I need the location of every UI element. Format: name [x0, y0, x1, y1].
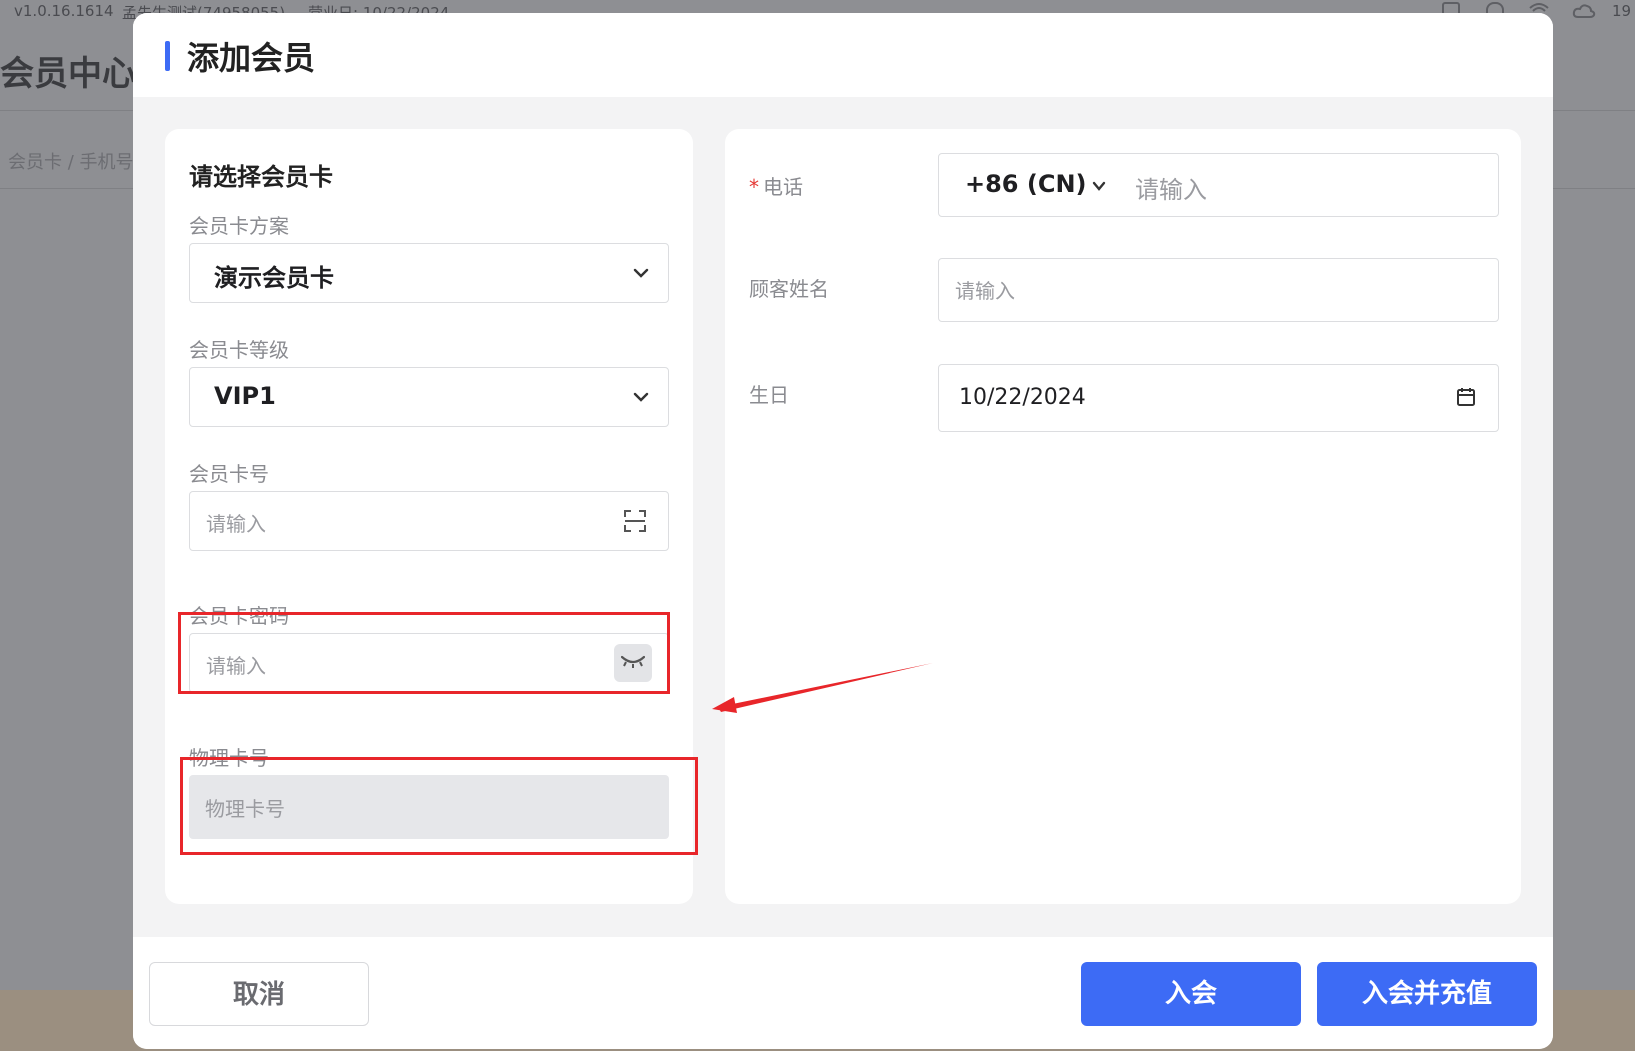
card-number-label: 会员卡号	[189, 462, 269, 486]
join-button[interactable]: 入会	[1081, 962, 1301, 1026]
section-title: 请选择会员卡	[189, 163, 333, 191]
card-level-select[interactable]: VIP1	[189, 367, 669, 427]
annotation-arrow-icon	[712, 663, 933, 713]
chevron-down-icon	[633, 392, 649, 402]
app-version: v1.0.16.1614	[14, 2, 114, 20]
page-title: 会员中心	[0, 54, 136, 94]
dialog-footer: 取消 入会 入会并充值	[133, 937, 1553, 1049]
customer-name-input[interactable]: 请输入	[938, 258, 1499, 322]
birthday-label: 生日	[749, 383, 789, 407]
phone-input-group: +86 (CN) 请输入	[938, 153, 1499, 217]
birthday-value: 10/22/2024	[959, 385, 1086, 410]
card-level-label: 会员卡等级	[189, 338, 289, 362]
title-accent-bar	[165, 41, 170, 71]
card-level-value: VIP1	[214, 382, 276, 410]
card-plan-value: 演示会员卡	[214, 264, 334, 292]
calendar-icon[interactable]	[1456, 387, 1476, 407]
clock-fragment: 19	[1612, 2, 1632, 20]
chevron-down-icon	[633, 268, 649, 278]
phone-input[interactable]: 请输入	[1135, 170, 1207, 205]
cloud-icon	[1572, 4, 1596, 18]
customer-name-placeholder: 请输入	[955, 279, 1015, 303]
dialog-header: 添加会员	[133, 13, 1553, 97]
phone-label: * 电话	[749, 175, 803, 199]
required-mark: *	[749, 175, 759, 199]
scan-icon[interactable]	[624, 510, 646, 532]
highlight-box-password	[178, 612, 670, 694]
card-plan-select[interactable]: 演示会员卡	[189, 243, 669, 303]
add-member-dialog: 添加会员 请选择会员卡 会员卡方案 演示会员卡 会员卡等级 VIP1 会员卡号 …	[133, 13, 1553, 1049]
dialog-title: 添加会员	[187, 39, 316, 77]
card-plan-label: 会员卡方案	[189, 214, 289, 238]
card-number-input[interactable]: 请输入	[189, 491, 669, 551]
chevron-down-icon[interactable]	[1091, 178, 1107, 194]
customer-info-panel: * 电话 +86 (CN) 请输入 顾客姓名 请输入 生日 10/22/2024	[725, 129, 1521, 904]
country-code-select[interactable]: +86 (CN)	[965, 170, 1087, 198]
customer-name-label: 顾客姓名	[749, 277, 829, 301]
breadcrumb: 会员卡 / 手机号	[8, 152, 134, 173]
birthday-input[interactable]: 10/22/2024	[938, 364, 1499, 432]
highlight-box-physical-card	[180, 757, 698, 855]
join-and-recharge-button[interactable]: 入会并充值	[1317, 962, 1537, 1026]
card-number-placeholder: 请输入	[206, 512, 266, 536]
cancel-button[interactable]: 取消	[149, 962, 369, 1026]
